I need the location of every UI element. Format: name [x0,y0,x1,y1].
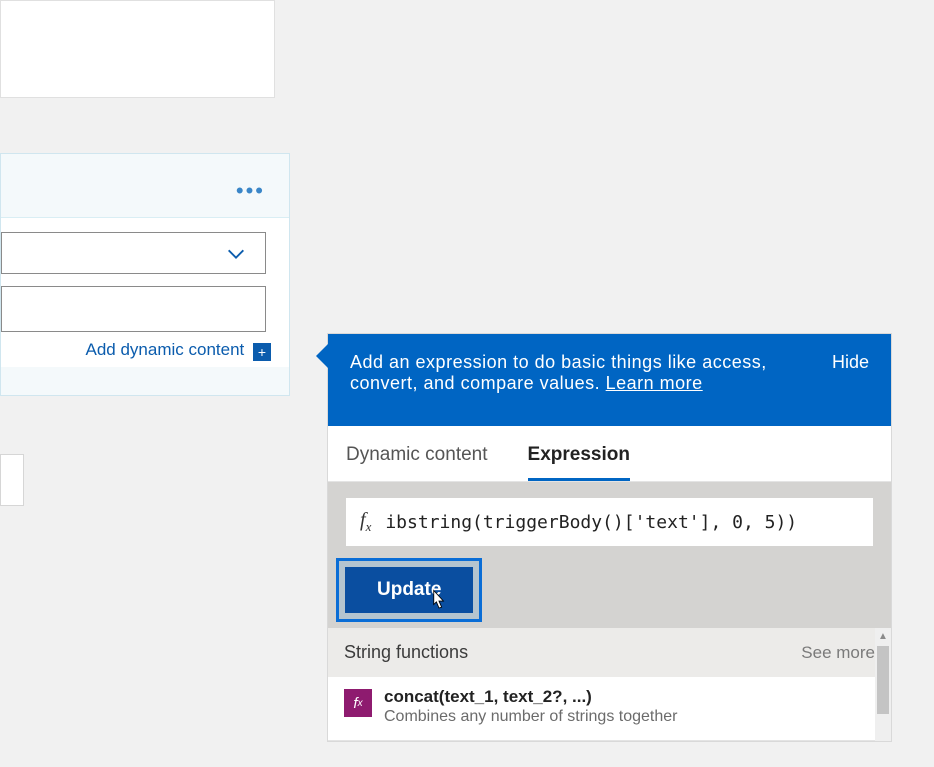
panel-header-copy: Add an expression to do basic things lik… [350,352,767,393]
fx-icon: fx [344,689,372,717]
expression-input[interactable]: fx ibstring(triggerBody()['text'], 0, 5)… [346,498,873,546]
update-button-highlight: Update [336,558,482,622]
expression-editor-area: fx ibstring(triggerBody()['text'], 0, 5)… [328,482,891,628]
action-card-header: ••• [1,154,289,218]
dropdown-field[interactable] [1,232,266,274]
hide-button[interactable]: Hide [832,352,869,373]
expression-panel: Add an expression to do basic things lik… [328,334,891,741]
function-item-desc: Combines any number of strings together [384,708,677,726]
function-list: String functions See more fx concat(text… [328,628,891,741]
add-dynamic-content-link[interactable]: Add dynamic content [86,340,245,359]
function-item-text: concat(text_1, text_2?, ...) Combines an… [384,687,677,726]
fx-icon: fx [360,509,371,535]
tab-dynamic-content[interactable]: Dynamic content [346,444,488,481]
learn-more-link[interactable]: Learn more [606,373,703,393]
left-column: ••• Add dynamic content + [0,0,290,506]
panel-header-text: Add an expression to do basic things lik… [350,352,780,394]
plus-icon[interactable]: + [253,343,271,361]
action-card-body: Add dynamic content + [1,218,289,367]
expression-panel-header: Add an expression to do basic things lik… [328,334,891,426]
tab-expression[interactable]: Expression [528,444,630,481]
callout-arrow-icon [316,344,328,368]
card-next-action-fragment [0,454,24,506]
text-input-field[interactable] [1,286,266,332]
scrollbar[interactable]: ▲ [875,628,891,741]
panel-tabs: Dynamic content Expression [328,426,891,482]
function-item-title: concat(text_1, text_2?, ...) [384,687,677,707]
update-button[interactable]: Update [345,567,473,613]
function-group-header: String functions See more [328,628,891,677]
card-previous-action [0,0,275,98]
ellipsis-icon[interactable]: ••• [236,178,265,204]
scroll-up-icon[interactable]: ▲ [875,628,891,644]
function-group-label: String functions [344,642,468,663]
action-card: ••• Add dynamic content + [0,153,290,396]
see-more-link[interactable]: See more [801,643,875,663]
chevron-down-icon [225,243,247,270]
scrollbar-thumb[interactable] [877,646,889,714]
expression-text: ibstring(triggerBody()['text'], 0, 5)) [385,512,797,533]
add-dynamic-content-row: Add dynamic content + [1,340,275,361]
function-item[interactable]: fx concat(text_1, text_2?, ...) Combines… [328,677,891,741]
